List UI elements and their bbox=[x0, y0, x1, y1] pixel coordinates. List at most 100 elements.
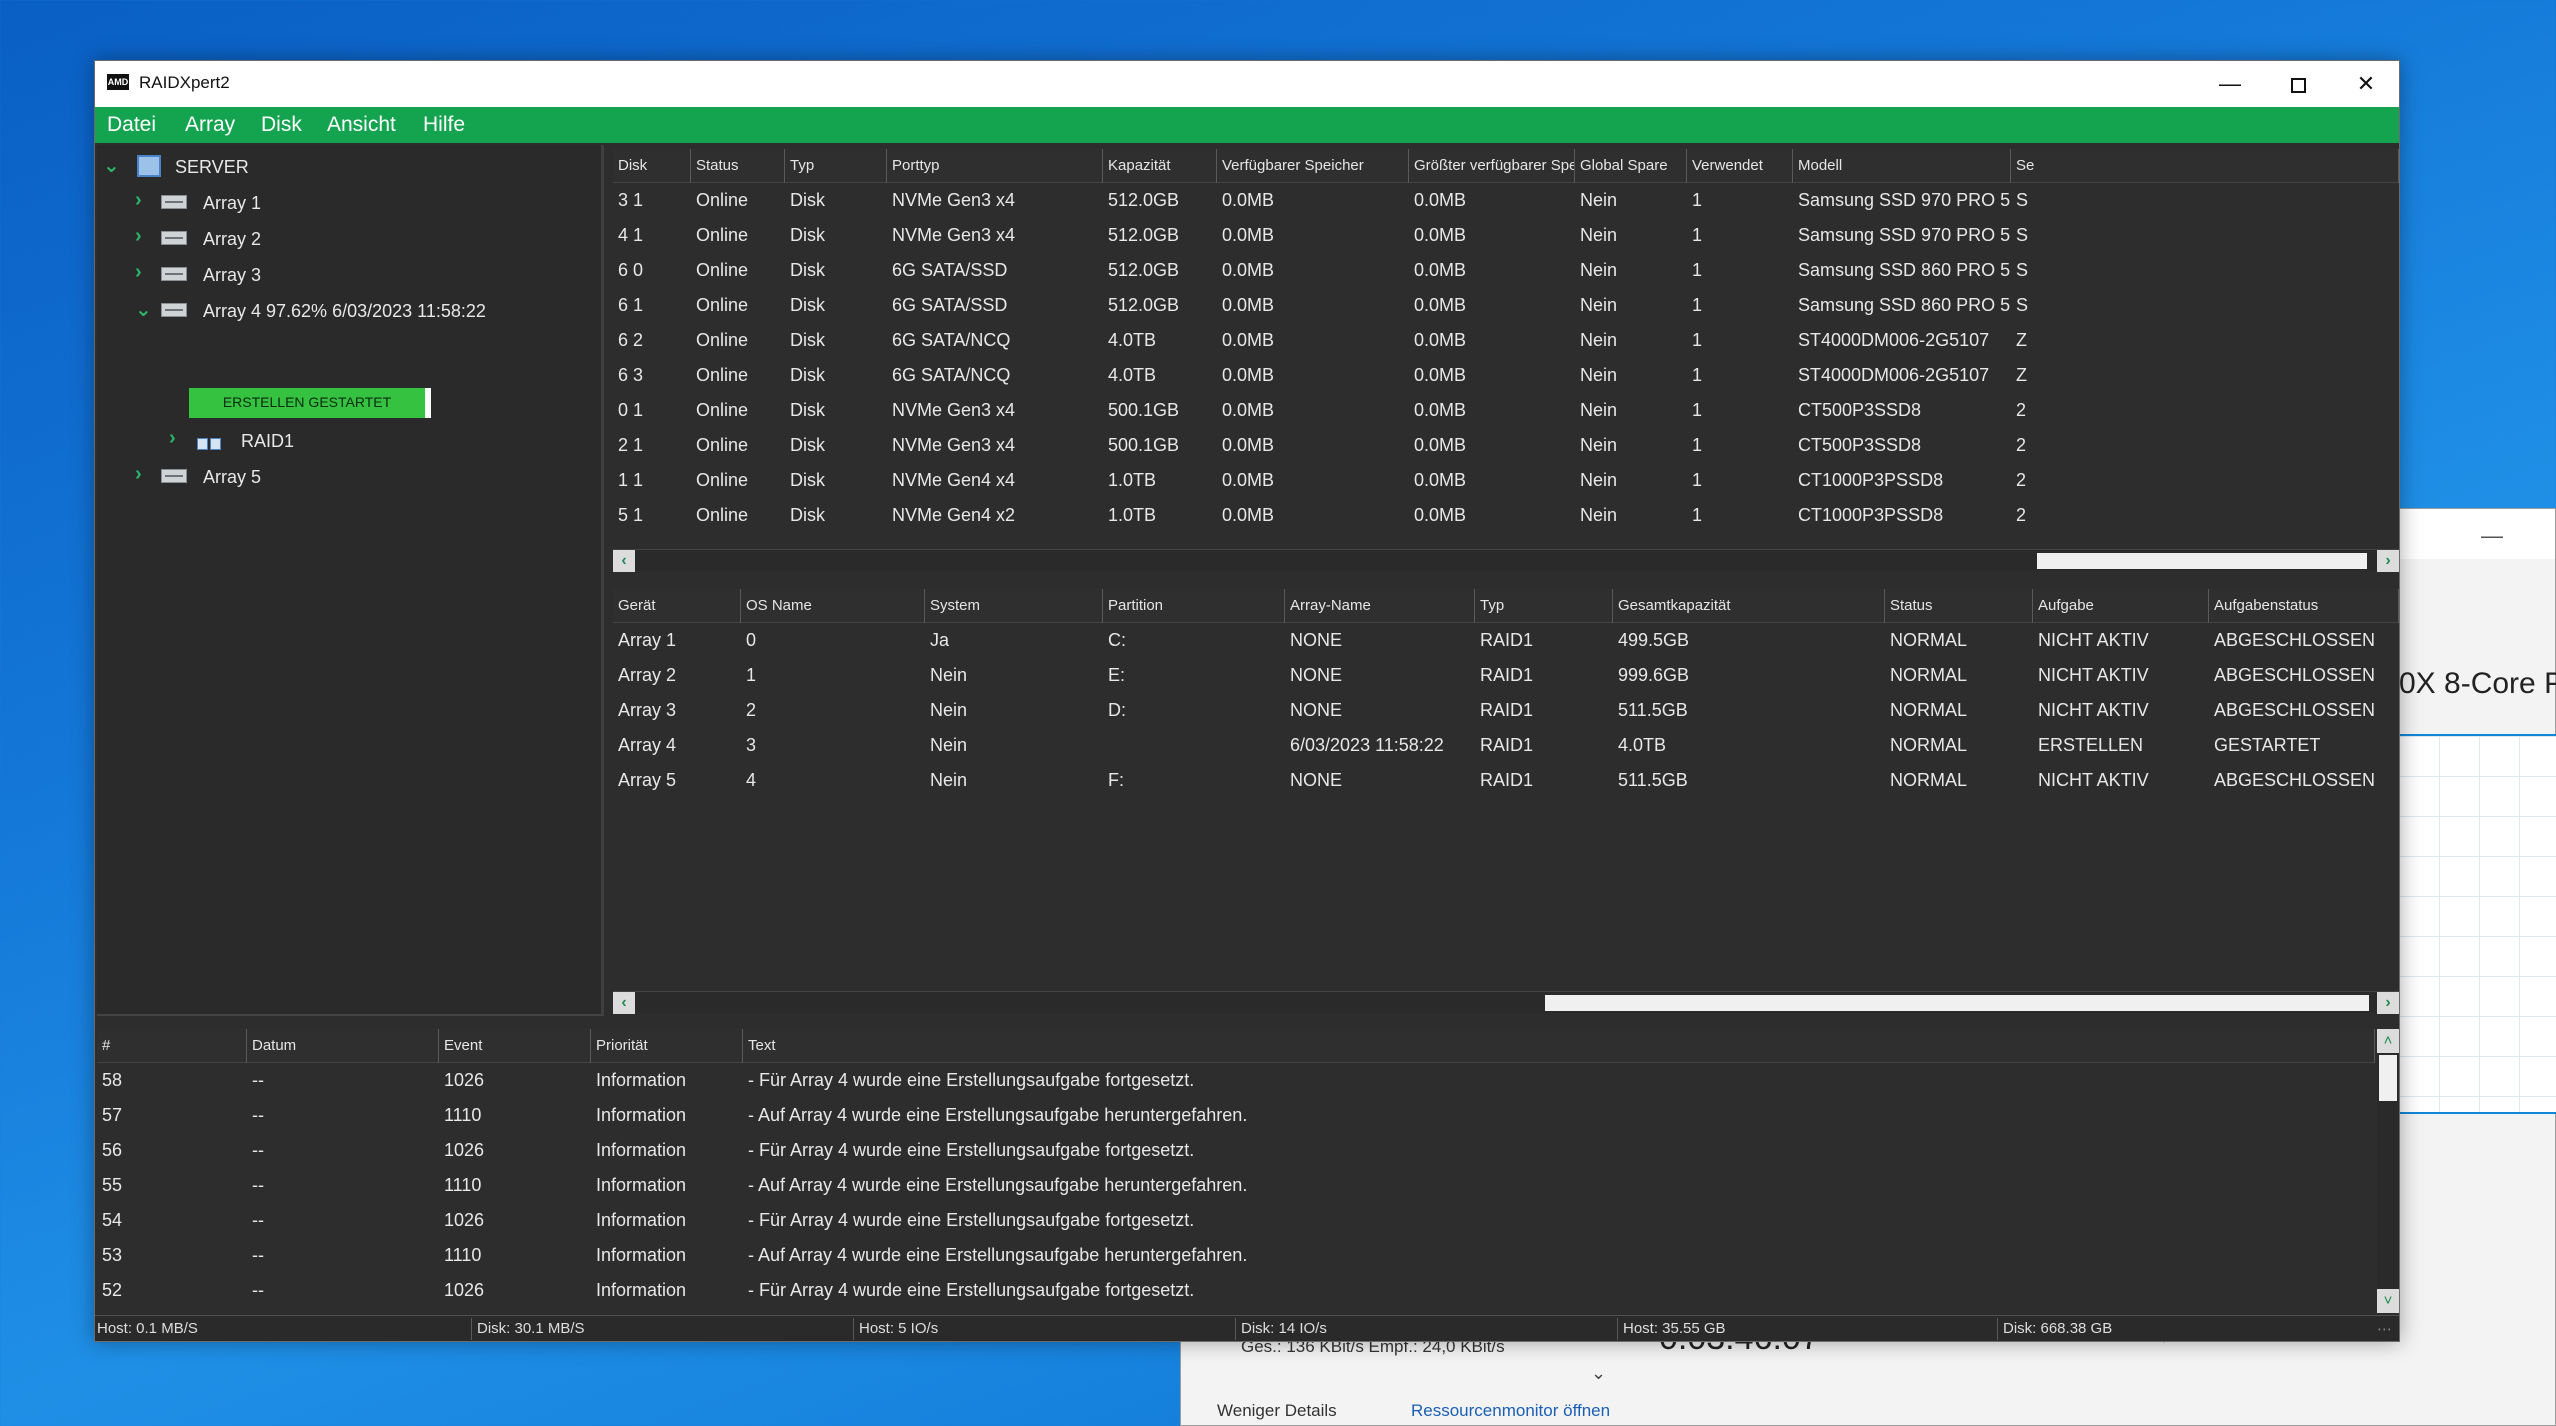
table-cell: Online bbox=[696, 365, 749, 385]
event-log-vscrollbar[interactable]: ˄ ˅ bbox=[2377, 1029, 2399, 1313]
menu-disk[interactable]: Disk bbox=[261, 113, 302, 137]
column-header[interactable]: OS Name bbox=[741, 589, 925, 623]
column-header[interactable]: Verfügbarer Speicher bbox=[1217, 149, 1409, 183]
chevron-down-icon[interactable]: ⌄ bbox=[103, 153, 120, 178]
event-row[interactable]: 54 -- 1026 Information - Für Array 4 wurde e… bbox=[97, 1206, 2375, 1235]
column-header[interactable]: Aufgabe bbox=[2033, 589, 2209, 623]
table-cell: -- bbox=[252, 1070, 264, 1090]
table-cell: 0 bbox=[746, 630, 757, 650]
menu-array[interactable]: Array bbox=[185, 113, 235, 137]
event-row[interactable]: 56 -- 1026 Information - Für Array 4 wurde e… bbox=[97, 1136, 2375, 1165]
column-header[interactable]: Array-Name bbox=[1285, 589, 1475, 623]
column-header[interactable]: Größter verfügbarer Speicher bbox=[1409, 149, 1575, 183]
scroll-right-icon[interactable]: › bbox=[2377, 992, 2399, 1014]
event-row[interactable]: 51--1110Information- Auf Array 4 wurde e… bbox=[97, 1311, 2375, 1313]
table-row[interactable]: 6 0 Online Disk 6G SATA/SSD 512.0GB 0.0MB 0.0M… bbox=[613, 256, 2399, 285]
table-cell: 511.5GB bbox=[1618, 700, 1688, 720]
tree-node-array-5[interactable]: › Array 5 bbox=[135, 463, 435, 493]
column-header[interactable]: Global Spare bbox=[1575, 149, 1687, 183]
table-cell: 1 bbox=[1692, 295, 1703, 315]
scroll-left-icon[interactable]: ‹ bbox=[613, 550, 635, 572]
table-row[interactable]: 2 1 Online Disk NVMe Gen3 x4 500.1GB 0.0MB 0.0… bbox=[613, 431, 2399, 460]
table-row[interactable]: 4 1 Online Disk NVMe Gen3 x4 512.0GB 0.0MB 0.0… bbox=[613, 221, 2399, 250]
column-header[interactable]: Datum bbox=[247, 1029, 439, 1063]
event-row[interactable]: 52 -- 1026 Information - Für Array 4 wurde e… bbox=[97, 1276, 2375, 1305]
chevron-right-icon[interactable]: › bbox=[135, 189, 142, 212]
column-header[interactable]: Gesamtkapazität bbox=[1613, 589, 1885, 623]
column-header[interactable]: Modell bbox=[1793, 149, 2011, 183]
table-cell: 54 bbox=[102, 1210, 123, 1230]
table-cell: 6 1 bbox=[618, 295, 644, 315]
chevron-right-icon[interactable]: › bbox=[135, 261, 142, 284]
column-header[interactable]: Kapazität bbox=[1103, 149, 1217, 183]
menu-datei[interactable]: Datei bbox=[107, 113, 156, 137]
scroll-right-icon[interactable]: › bbox=[2377, 550, 2399, 572]
close-button[interactable]: ✕ bbox=[2341, 67, 2391, 101]
chevron-down-icon[interactable]: ⌄ bbox=[135, 297, 152, 322]
tree-node-array-2[interactable]: › Array 2 bbox=[135, 225, 435, 255]
scroll-left-icon[interactable]: ‹ bbox=[613, 992, 635, 1014]
tree-node-server[interactable]: ⌄ SERVER bbox=[103, 153, 403, 183]
column-header[interactable]: Event bbox=[439, 1029, 591, 1063]
resize-grip-icon[interactable]: ⋯ bbox=[2377, 1320, 2392, 1338]
event-row[interactable]: 53 -- 1110 Information - Auf Array 4 wurde e… bbox=[97, 1241, 2375, 1270]
table-row[interactable]: Array 2 1 Nein E: NONE RAID1 999.6GB NORMAL NICH… bbox=[613, 661, 2399, 690]
column-header[interactable]: Priorität bbox=[591, 1029, 743, 1063]
event-row[interactable]: 57 -- 1110 Information - Auf Array 4 wurde e… bbox=[97, 1101, 2375, 1130]
minimize-icon[interactable]: — bbox=[2481, 523, 2503, 549]
column-header[interactable]: Disk bbox=[613, 149, 691, 183]
column-header[interactable]: Typ bbox=[785, 149, 887, 183]
resource-monitor-link[interactable]: Ressourcenmonitor öffnen bbox=[1411, 1401, 1610, 1421]
chevron-right-icon[interactable]: › bbox=[135, 225, 142, 248]
scrollbar-thumb[interactable] bbox=[1545, 995, 2369, 1011]
table-cell: -- bbox=[252, 1210, 264, 1230]
tree-node-array-3[interactable]: › Array 3 bbox=[135, 261, 435, 291]
chevron-right-icon[interactable]: › bbox=[169, 427, 176, 450]
table-row[interactable]: 0 1 Online Disk NVMe Gen3 x4 500.1GB 0.0MB 0.0… bbox=[613, 396, 2399, 425]
tree-node-array-4[interactable]: ⌄ Array 4 97.62% 6/03/2023 11:58:22 bbox=[135, 297, 575, 327]
array-table-hscrollbar[interactable]: ‹ › bbox=[613, 991, 2399, 1014]
table-cell: Disk bbox=[790, 330, 825, 350]
column-header[interactable]: Status bbox=[691, 149, 785, 183]
table-row[interactable]: 6 2 Online Disk 6G SATA/NCQ 4.0TB 0.0MB 0.0MB N… bbox=[613, 326, 2399, 355]
table-row[interactable]: 6 3 Online Disk 6G SATA/NCQ 4.0TB 0.0MB 0.0MB N… bbox=[613, 361, 2399, 390]
menu-hilfe[interactable]: Hilfe bbox=[423, 113, 465, 137]
column-header[interactable]: System bbox=[925, 589, 1103, 623]
table-row[interactable]: Array 3 2 Nein D: NONE RAID1 511.5GB NORMAL NICH… bbox=[613, 696, 2399, 725]
scrollbar-thumb[interactable] bbox=[2379, 1055, 2397, 1101]
tree-node-raid1[interactable]: › RAID1 bbox=[169, 427, 469, 457]
table-cell: NVMe Gen3 x4 bbox=[892, 435, 1016, 455]
column-header[interactable]: Partition bbox=[1103, 589, 1285, 623]
column-header[interactable]: Gerät bbox=[613, 589, 741, 623]
chevron-down-icon[interactable]: ⌄ bbox=[1591, 1363, 1606, 1384]
column-header[interactable]: Text bbox=[743, 1029, 2375, 1063]
column-header[interactable]: Se bbox=[2011, 149, 2399, 183]
chevron-right-icon[interactable]: › bbox=[135, 463, 142, 486]
table-row[interactable]: Array 5 4 Nein F: NONE RAID1 511.5GB NORMAL NICH… bbox=[613, 766, 2399, 795]
disk-table-hscrollbar[interactable]: ‹ › bbox=[613, 549, 2399, 572]
table-cell: NICHT AKTIV bbox=[2038, 665, 2149, 685]
column-header[interactable]: Status bbox=[1885, 589, 2033, 623]
column-header[interactable]: Porttyp bbox=[887, 149, 1103, 183]
column-header[interactable]: # bbox=[97, 1029, 247, 1063]
table-cell: 4 1 bbox=[618, 225, 644, 245]
column-header[interactable]: Verwendet bbox=[1687, 149, 1793, 183]
table-row[interactable]: Array 4 3 Nein 6/03/2023 11:58:22 RAID1 4.0TB… bbox=[613, 731, 2399, 760]
scroll-down-icon[interactable]: ˅ bbox=[2377, 1289, 2399, 1313]
fewer-details-link[interactable]: Weniger Details bbox=[1217, 1401, 1337, 1421]
menu-ansicht[interactable]: Ansicht bbox=[327, 113, 396, 137]
maximize-button[interactable] bbox=[2273, 67, 2323, 101]
table-row[interactable]: 5 1 Online Disk NVMe Gen4 x2 1.0TB 0.0MB 0.0MB… bbox=[613, 501, 2399, 530]
minimize-button[interactable]: — bbox=[2205, 67, 2255, 101]
table-row[interactable]: 3 1 Online Disk NVMe Gen3 x4 512.0GB 0.0MB 0.0… bbox=[613, 186, 2399, 215]
tree-node-array-1[interactable]: › Array 1 bbox=[135, 189, 435, 219]
column-header[interactable]: Typ bbox=[1475, 589, 1613, 623]
scroll-up-icon[interactable]: ˄ bbox=[2377, 1029, 2399, 1053]
scrollbar-thumb[interactable] bbox=[2037, 553, 2367, 569]
table-row[interactable]: 6 1 Online Disk 6G SATA/SSD 512.0GB 0.0MB 0.0M… bbox=[613, 291, 2399, 320]
table-row[interactable]: 1 1 Online Disk NVMe Gen4 x4 1.0TB 0.0MB 0.0MB… bbox=[613, 466, 2399, 495]
event-row[interactable]: 55 -- 1110 Information - Auf Array 4 wurde e… bbox=[97, 1171, 2375, 1200]
event-row[interactable]: 58 -- 1026 Information - Für Array 4 wurde e… bbox=[97, 1066, 2375, 1095]
table-row[interactable]: Array 1 0 Ja C: NONE RAID1 499.5GB NORMAL NICHT … bbox=[613, 626, 2399, 655]
column-header[interactable]: Aufgabenstatus bbox=[2209, 589, 2399, 623]
